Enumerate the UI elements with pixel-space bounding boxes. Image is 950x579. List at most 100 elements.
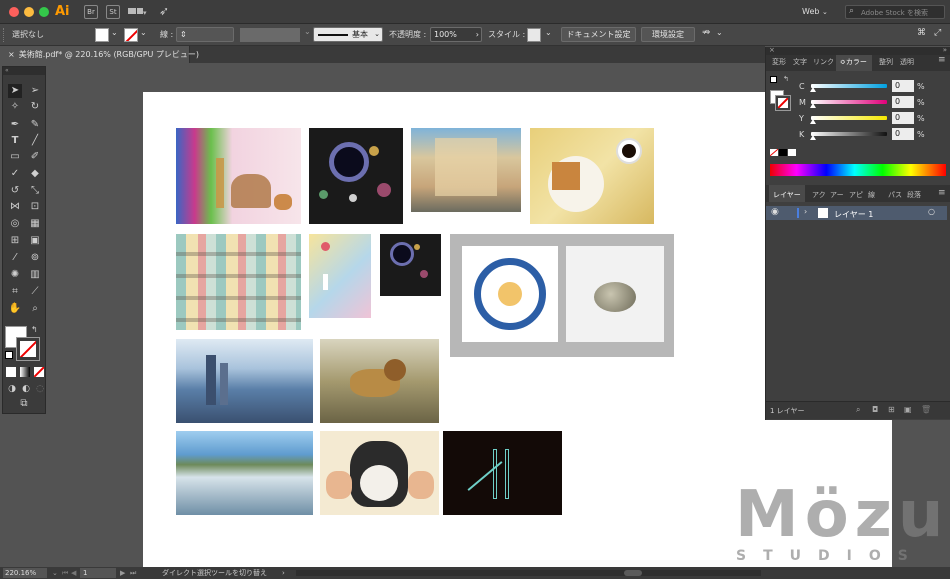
fill-swatch[interactable] (95, 28, 109, 42)
new-sublayer-icon[interactable]: ⊞ (888, 405, 895, 414)
default-colors-icon[interactable] (5, 351, 13, 359)
artwork-circles-dark[interactable] (309, 128, 403, 224)
align-options-icon[interactable]: ⇏ (702, 27, 710, 38)
locate-object-icon[interactable]: ⌕ (856, 405, 860, 415)
gradient-tool-icon[interactable]: ▣ (28, 234, 42, 248)
lasso-tool-icon[interactable]: ↻ (28, 100, 42, 114)
tab-character[interactable]: 文字 (793, 57, 807, 67)
eyedropper-tool-icon[interactable]: ⁄ (8, 251, 22, 265)
document-setup-button[interactable]: ドキュメント設定 (561, 27, 636, 42)
artboard-tool-icon[interactable]: ⌗ (8, 285, 22, 299)
magic-wand-tool-icon[interactable]: ✧ (8, 100, 22, 114)
arrange-panels-icon[interactable]: ⌘ (917, 28, 926, 38)
panel-menu-icon[interactable]: ≡ (938, 188, 946, 198)
expand-panels-icon[interactable]: ⤢ (934, 28, 941, 38)
perspective-grid-tool-icon[interactable]: ▦ (28, 217, 42, 231)
curvature-tool-icon[interactable]: ✎ (28, 118, 42, 132)
layer-row[interactable]: ◉ › レイヤー 1 ○ (766, 206, 947, 220)
close-window-button[interactable] (9, 7, 19, 17)
tab-artboards[interactable]: アー (830, 190, 844, 200)
document-tab[interactable]: × 美術館.pdf* @ 220.16% (RGB/GPU プレビュー) (0, 46, 199, 63)
default-colors-icon[interactable] (770, 76, 777, 83)
direct-selection-tool-icon[interactable]: ➢ (28, 84, 42, 98)
cyan-value-field[interactable]: 0 (892, 80, 914, 92)
chevron-down-icon[interactable]: ⌄ (140, 28, 147, 37)
chevron-down-icon[interactable]: ⌄ (545, 28, 552, 37)
column-graph-tool-icon[interactable]: ▥ (28, 268, 42, 282)
status-menu-icon[interactable]: › (282, 567, 285, 579)
tab-transparency[interactable]: 透明 (900, 57, 914, 67)
yellow-slider[interactable] (811, 116, 887, 120)
slider-handle[interactable] (810, 135, 816, 140)
new-layer-icon[interactable]: ▣ (904, 405, 912, 414)
yellow-value-field[interactable]: 0 (892, 112, 914, 124)
tab-pathfinder[interactable]: パス (888, 190, 902, 200)
free-transform-tool-icon[interactable]: ⊡ (28, 200, 42, 214)
zoom-field[interactable]: 220.16% (3, 568, 47, 578)
mesh-tool-icon[interactable]: ⊞ (8, 234, 22, 248)
prev-artboard-icon[interactable]: ◀ (71, 567, 76, 579)
tab-actions[interactable]: アク (812, 190, 826, 200)
type-tool-icon[interactable]: T (8, 134, 22, 148)
black-swatch[interactable] (779, 149, 787, 156)
tab-align[interactable]: 整列 (879, 57, 893, 67)
selection-tool-icon[interactable]: ➤ (8, 84, 22, 98)
symbol-sprayer-tool-icon[interactable]: ✺ (8, 268, 22, 282)
image-group-frame[interactable] (450, 234, 674, 357)
black-value-field[interactable]: 0 (892, 128, 914, 140)
collapse-icon[interactable]: « (3, 67, 45, 75)
tab-links[interactable]: リンク (813, 57, 834, 67)
tab-color[interactable]: ≎カラー (840, 57, 867, 67)
clipping-mask-icon[interactable]: ◘ (872, 405, 878, 414)
magenta-slider[interactable] (811, 100, 887, 104)
magenta-value-field[interactable]: 0 (892, 96, 914, 108)
pen-tool-icon[interactable]: ✒ (8, 118, 22, 132)
slice-tool-icon[interactable]: ⟋ (28, 285, 42, 299)
artboard-number-field[interactable]: 1 (80, 568, 116, 578)
stroke-weight-field[interactable]: ⇕ (176, 27, 234, 42)
white-swatch[interactable] (788, 149, 796, 156)
slider-handle[interactable] (810, 119, 816, 124)
color-spectrum[interactable] (770, 164, 946, 176)
black-slider[interactable] (811, 132, 887, 136)
artwork-breakfast[interactable] (530, 128, 654, 224)
zoom-window-button[interactable] (39, 7, 49, 17)
color-mode-icon[interactable] (6, 367, 16, 377)
rectangle-tool-icon[interactable]: ▭ (8, 150, 22, 164)
swap-colors-icon[interactable]: ↰ (783, 75, 789, 83)
panel-stroke-swatch[interactable] (775, 95, 791, 111)
draw-mode-icon[interactable]: ◑ (5, 382, 19, 396)
brush-definition-select[interactable]: 基本 ⌄ (313, 27, 383, 42)
none-swatch[interactable] (770, 149, 778, 156)
artwork-plate[interactable] (462, 246, 558, 342)
artwork-city-skyline[interactable] (176, 339, 313, 423)
screen-mode-icon[interactable]: ⧉ (17, 397, 31, 411)
stock-search-field[interactable]: ⌕ Adobe Stock を検索 (845, 5, 945, 19)
artwork-building[interactable] (176, 234, 301, 330)
paintbrush-tool-icon[interactable]: ✐ (28, 150, 42, 164)
eraser-tool-icon[interactable]: ◆ (28, 167, 42, 181)
chevron-down-icon[interactable]: ⌄ (111, 28, 118, 37)
stroke-color-icon[interactable] (16, 337, 40, 361)
chevron-down-icon[interactable]: ⌄ (52, 567, 58, 579)
slider-handle[interactable] (810, 87, 816, 92)
preferences-button[interactable]: 環境設定 (641, 27, 695, 42)
next-artboard-icon[interactable]: ▶ (120, 567, 125, 579)
last-artboard-icon[interactable]: ⏭ (130, 567, 136, 579)
artwork-dog[interactable] (320, 431, 439, 515)
artwork-slide[interactable] (443, 431, 562, 515)
draw-behind-icon[interactable]: ◐ (19, 382, 33, 396)
line-tool-icon[interactable]: ╱ (28, 134, 42, 148)
blend-tool-icon[interactable]: ⊚ (28, 251, 42, 265)
layer-name[interactable]: レイヤー 1 (834, 209, 873, 220)
artwork-lions[interactable] (320, 339, 439, 423)
none-mode-icon[interactable] (34, 367, 44, 377)
tab-stroke[interactable]: 線 (868, 190, 875, 200)
artwork-harbor[interactable] (176, 431, 313, 515)
artwork-balloon-girl[interactable] (309, 234, 371, 318)
arrange-documents-icon[interactable]: ▾ (128, 6, 147, 18)
variable-width-profile[interactable] (240, 28, 300, 42)
graphic-style-swatch[interactable] (527, 28, 541, 42)
expand-icon[interactable]: » (943, 46, 947, 54)
minimize-window-button[interactable] (24, 7, 34, 17)
